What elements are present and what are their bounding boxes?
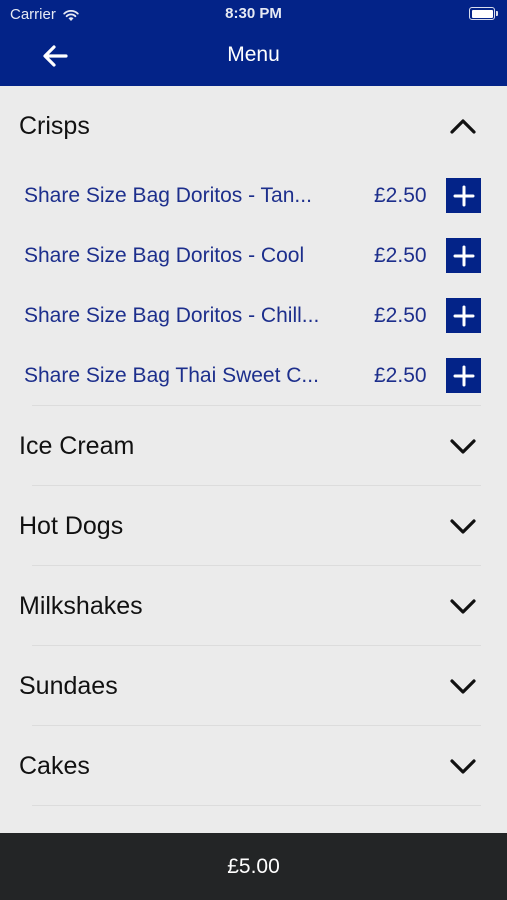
menu-list: Crisps Share Size Bag Doritos - Tan... £… [0, 86, 507, 833]
plus-icon [453, 185, 474, 206]
category-label: Cakes [19, 751, 90, 780]
item-name[interactable]: Share Size Bag Doritos - Chill... [24, 304, 340, 328]
chevron-down-icon [450, 599, 476, 614]
list-item: Share Size Bag Doritos - Cool £2.50 [0, 226, 507, 286]
chevron-up-icon [450, 119, 476, 134]
category-ice-cream[interactable]: Ice Cream [0, 406, 507, 486]
battery-icon [469, 7, 498, 20]
status-time: 8:30 PM [225, 5, 282, 22]
chevron-down-icon [450, 759, 476, 774]
plus-icon [453, 245, 474, 266]
chevron-down-icon [450, 679, 476, 694]
category-crisps[interactable]: Crisps [0, 86, 507, 166]
nav-bar: Menu [0, 28, 507, 86]
add-item-button[interactable] [446, 178, 481, 213]
category-milkshakes[interactable]: Milkshakes [0, 566, 507, 646]
basket-total: £5.00 [227, 854, 280, 878]
category-sundaes[interactable]: Sundaes [0, 646, 507, 726]
item-name[interactable]: Share Size Bag Thai Sweet C... [24, 364, 340, 388]
category-label: Hot Dogs [19, 511, 124, 540]
page-title: Menu [227, 43, 280, 66]
add-item-button[interactable] [446, 298, 481, 333]
chevron-down-icon [450, 519, 476, 534]
plus-icon [453, 305, 474, 326]
basket-total-button[interactable]: £5.00 [0, 833, 507, 900]
status-bar: Carrier 8:30 PM [0, 0, 507, 28]
category-label: Crisps [19, 111, 90, 140]
category-label: Sundaes [19, 671, 118, 700]
list-item: Share Size Bag Thai Sweet C... £2.50 [0, 346, 507, 406]
item-name[interactable]: Share Size Bag Doritos - Tan... [24, 184, 340, 208]
app-header: Carrier 8:30 PM Menu [0, 0, 507, 86]
category-hot-dogs[interactable]: Hot Dogs [0, 486, 507, 566]
list-item: Share Size Bag Doritos - Chill... £2.50 [0, 286, 507, 346]
item-price: £2.50 [374, 304, 427, 327]
add-item-button[interactable] [446, 358, 481, 393]
item-price: £2.50 [374, 364, 427, 387]
category-label: Ice Cream [19, 431, 135, 460]
item-price: £2.50 [374, 244, 427, 267]
category-items-crisps: Share Size Bag Doritos - Tan... £2.50 Sh… [0, 166, 507, 406]
category-cakes[interactable]: Cakes [0, 726, 507, 806]
chevron-down-icon [450, 439, 476, 454]
divider [32, 805, 481, 806]
plus-icon [453, 365, 474, 386]
list-item: Share Size Bag Doritos - Tan... £2.50 [0, 166, 507, 226]
item-name[interactable]: Share Size Bag Doritos - Cool [24, 244, 340, 268]
category-label: Milkshakes [19, 591, 143, 620]
item-price: £2.50 [374, 184, 427, 207]
add-item-button[interactable] [446, 238, 481, 273]
